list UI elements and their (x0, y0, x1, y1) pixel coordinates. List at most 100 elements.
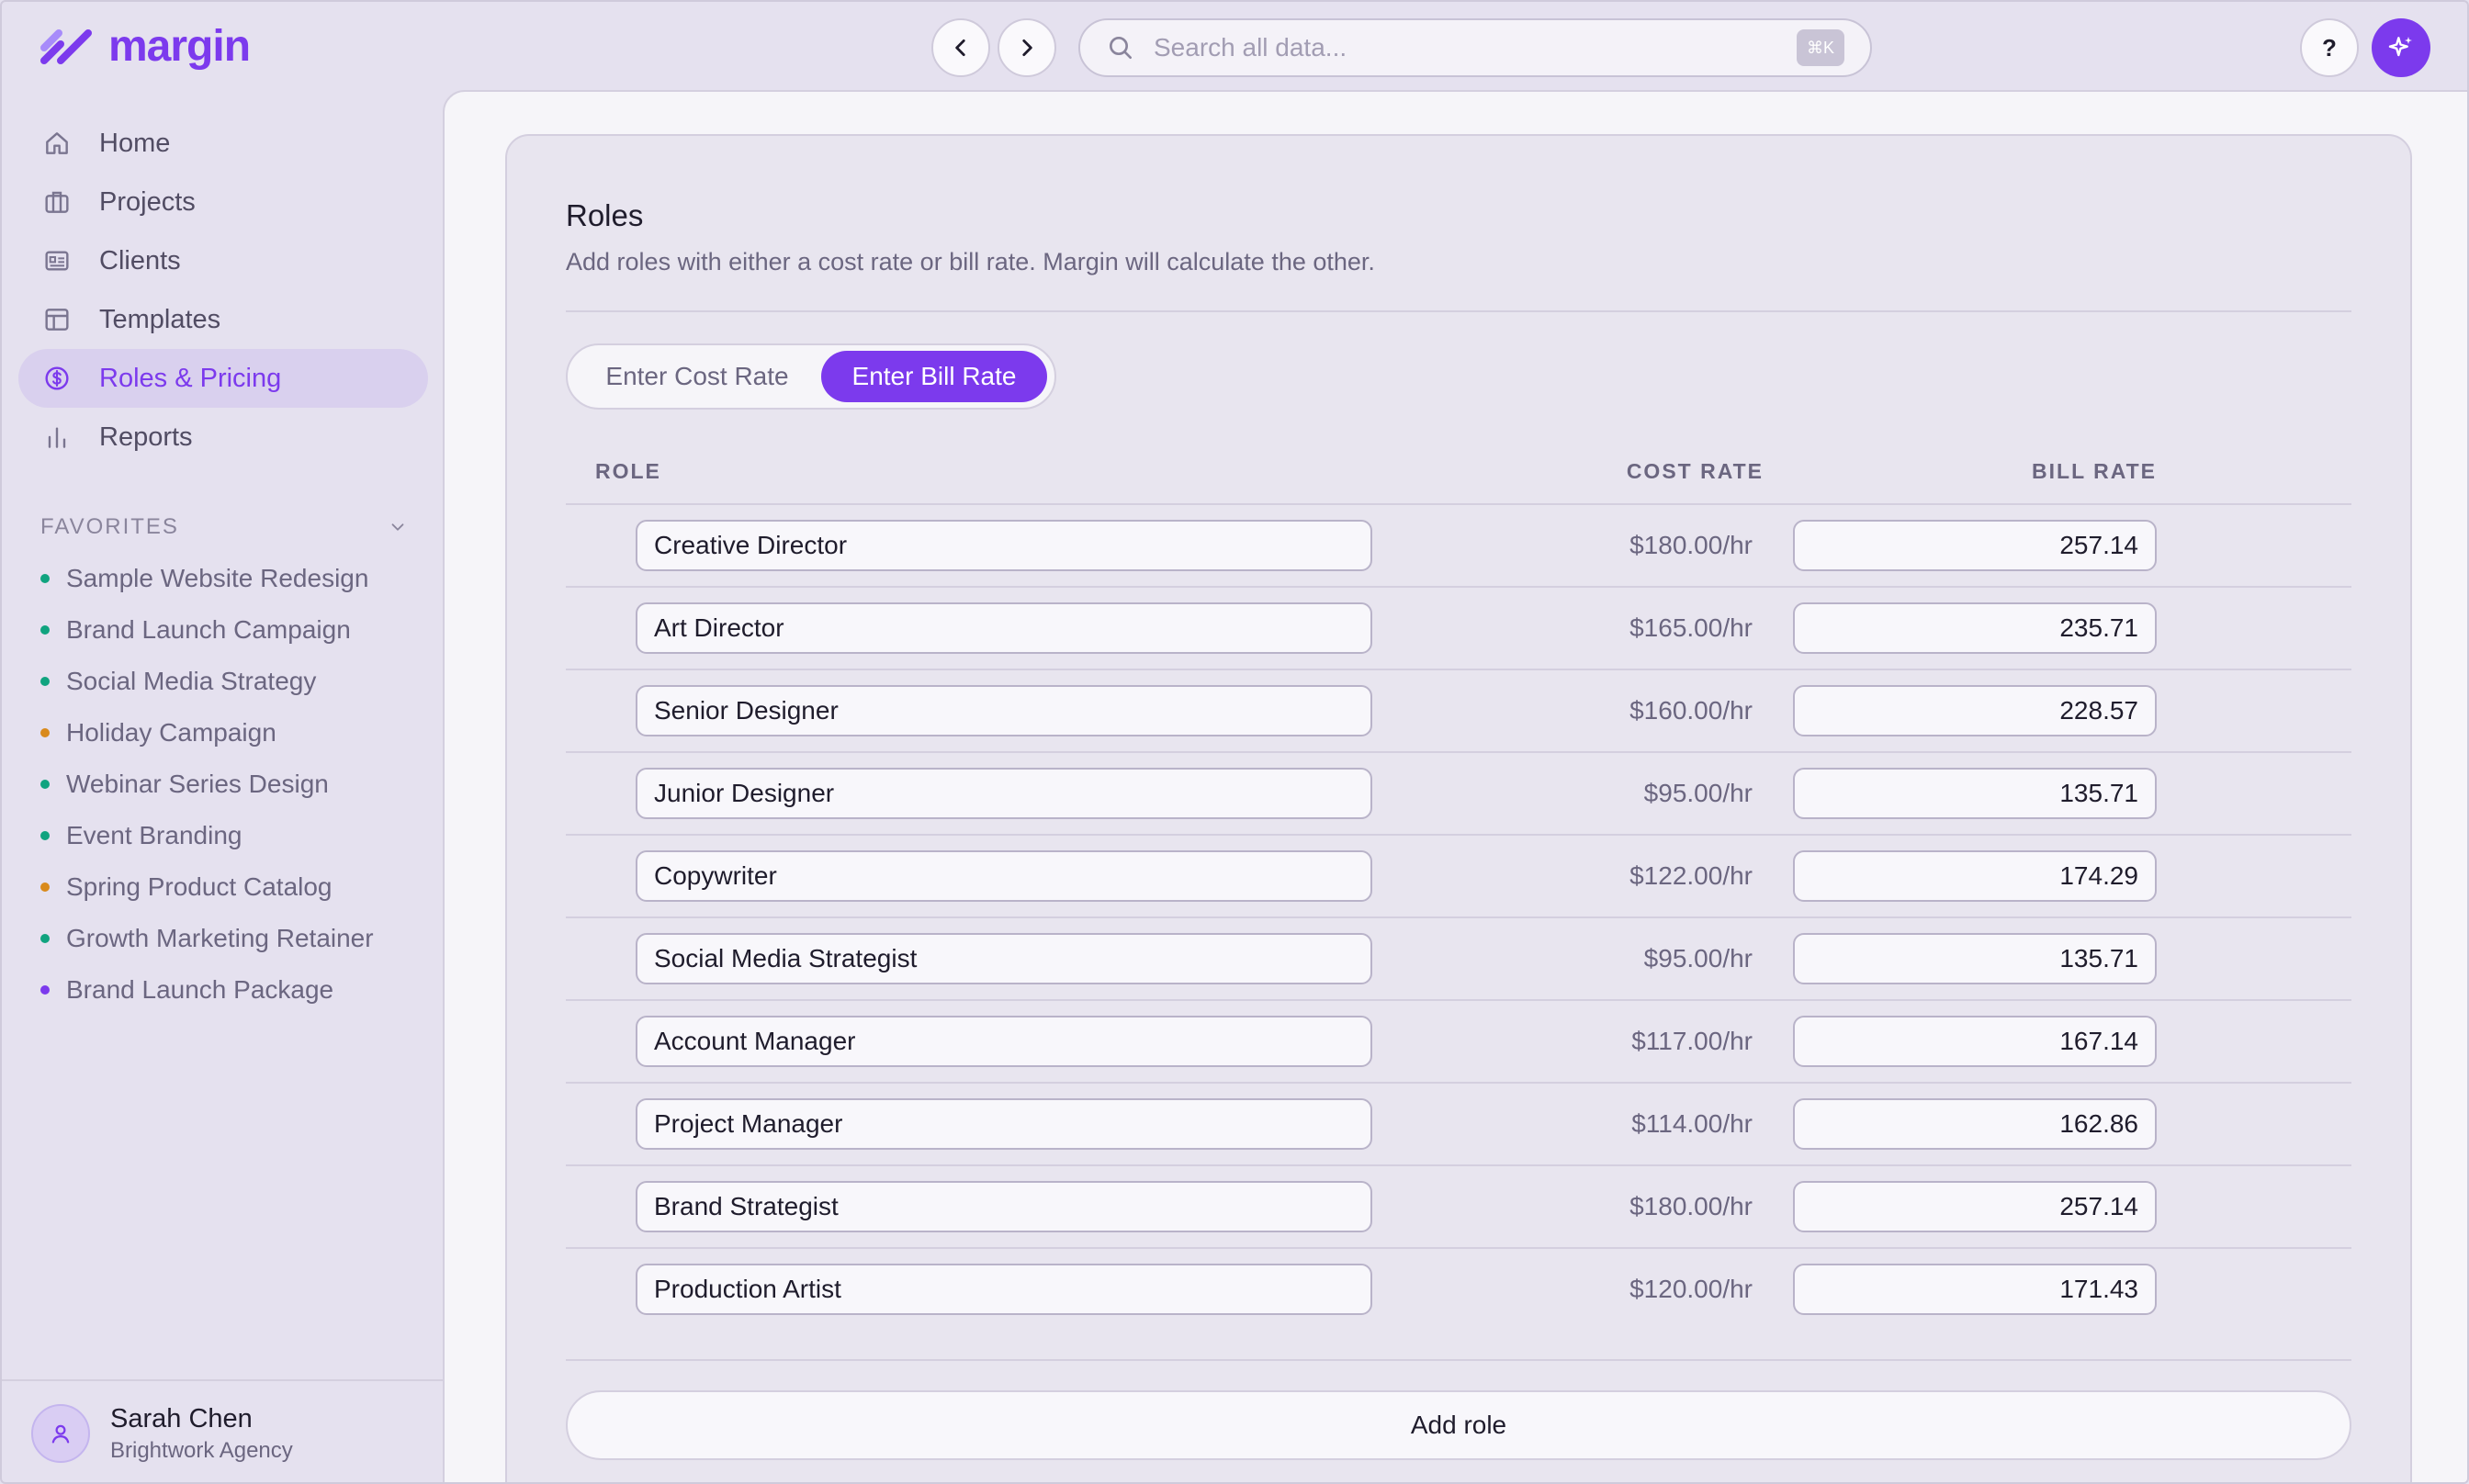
table-row: Copywriter $122.00/hr 174.29 (566, 836, 2351, 918)
cost-rate-value: $165.00/hr (1629, 613, 1753, 642)
cost-rate-value: $117.00/hr (1631, 1027, 1753, 1055)
favorite-label: Spring Product Catalog (66, 872, 333, 901)
favorite-label: Sample Website Redesign (66, 564, 369, 592)
favorite-label: Brand Launch Package (66, 975, 334, 1004)
favorite-label: Brand Launch Campaign (66, 615, 351, 644)
roles-card: Roles Add roles with either a cost rate … (505, 134, 2412, 1482)
favorite-item[interactable]: Growth Marketing Retainer (40, 918, 374, 959)
search-icon (1110, 37, 1132, 59)
role-name-input[interactable]: Copywriter (636, 850, 1372, 902)
role-name-input[interactable]: Brand Strategist (636, 1181, 1372, 1232)
divider (566, 310, 2351, 312)
status-dot (40, 934, 50, 943)
sidebar-item-templates[interactable]: Templates (18, 290, 428, 349)
chevron-left-icon (955, 39, 965, 56)
page-title: Roles (566, 198, 644, 232)
table-row: Production Artist $120.00/hr 171.43 (566, 1249, 2351, 1332)
cost-rate-value: $95.00/hr (1643, 944, 1753, 972)
role-name-input[interactable]: Junior Designer (636, 768, 1372, 819)
sparkle-icon (2388, 37, 2412, 57)
bill-rate-input[interactable]: 167.14 (1793, 1016, 2157, 1067)
bill-rate-input[interactable]: 257.14 (1793, 1181, 2157, 1232)
role-name-input[interactable]: Social Media Strategist (636, 933, 1372, 984)
briefcase-icon (45, 191, 69, 213)
main-content: Roles Add roles with either a cost rate … (443, 90, 2467, 1482)
chevron-right-icon (1022, 39, 1032, 56)
status-dot (40, 728, 50, 737)
column-header-bill-rate: BILL RATE (2032, 459, 2157, 483)
bill-rate-input[interactable]: 171.43 (1793, 1264, 2157, 1315)
favorite-label: Webinar Series Design (66, 770, 329, 798)
favorite-item[interactable]: Sample Website Redesign (40, 558, 368, 599)
sidebar-item-home[interactable]: Home (18, 114, 428, 173)
sidebar-item-projects[interactable]: Projects (18, 173, 428, 231)
add-role-button[interactable]: Add role (566, 1390, 2351, 1460)
bill-rate-input[interactable]: 174.29 (1793, 850, 2157, 902)
back-button[interactable] (931, 18, 990, 77)
status-dot (40, 985, 50, 995)
chevron-down-icon (391, 523, 404, 531)
cost-rate-value: $120.00/hr (1629, 1275, 1753, 1303)
favorite-item[interactable]: Brand Launch Package (40, 970, 333, 1010)
status-dot (40, 677, 50, 686)
sidebar-item-label: Projects (99, 186, 196, 217)
cost-rate-value: $180.00/hr (1629, 1192, 1753, 1220)
sidebar-item-roles-pricing[interactable]: Roles & Pricing (18, 349, 428, 408)
sidebar-item-clients[interactable]: Clients (18, 231, 428, 290)
favorite-label: Holiday Campaign (66, 718, 276, 747)
table-row: Brand Strategist $180.00/hr 257.14 (566, 1166, 2351, 1249)
table-row: Art Director $165.00/hr 235.71 (566, 588, 2351, 670)
favorites-header[interactable]: FAVORITES (40, 509, 408, 545)
app-window: margin ⌘K ? Home Projects Clients (0, 0, 2469, 1484)
search-input[interactable] (1154, 33, 1797, 62)
ai-assistant-button[interactable] (2372, 18, 2430, 77)
page-subtitle: Add roles with either a cost rate or bil… (566, 248, 1375, 275)
bill-rate-input[interactable]: 235.71 (1793, 602, 2157, 654)
enter-cost-rate-option[interactable]: Enter Cost Rate (573, 351, 821, 402)
layout-icon (45, 309, 69, 331)
favorite-label: Growth Marketing Retainer (66, 924, 374, 952)
roles-table: Creative Director $180.00/hr 257.14 Art … (566, 505, 2351, 1332)
logo-mark-icon (40, 29, 92, 64)
table-row: Senior Designer $160.00/hr 228.57 (566, 670, 2351, 753)
role-name-input[interactable]: Art Director (636, 602, 1372, 654)
favorite-item[interactable]: Spring Product Catalog (40, 867, 333, 907)
favorite-item[interactable]: Event Branding (40, 815, 242, 856)
user-profile[interactable]: Sarah Chen Brightwork Agency (2, 1379, 443, 1482)
avatar (31, 1404, 90, 1463)
role-name-input[interactable]: Senior Designer (636, 685, 1372, 736)
cost-rate-value: $95.00/hr (1643, 779, 1753, 807)
status-dot (40, 831, 50, 840)
bill-rate-input[interactable]: 162.86 (1793, 1098, 2157, 1150)
status-dot (40, 883, 50, 892)
bill-rate-input[interactable]: 228.57 (1793, 685, 2157, 736)
enter-bill-rate-option[interactable]: Enter Bill Rate (821, 351, 1047, 402)
bill-rate-input[interactable]: 135.71 (1793, 768, 2157, 819)
sidebar-item-reports[interactable]: Reports (18, 408, 428, 467)
bill-rate-input[interactable]: 135.71 (1793, 933, 2157, 984)
search-bar[interactable]: ⌘K (1078, 18, 1872, 77)
role-name-input[interactable]: Project Manager (636, 1098, 1372, 1150)
favorite-item[interactable]: Holiday Campaign (40, 713, 276, 753)
app-name: margin (108, 21, 251, 71)
app-logo[interactable]: margin (39, 20, 251, 72)
sidebar-item-label: Roles & Pricing (99, 363, 282, 393)
cost-rate-value: $122.00/hr (1629, 861, 1753, 890)
sidebar-item-label: Clients (99, 245, 181, 275)
column-header-cost-rate: COST RATE (1626, 459, 1764, 483)
role-name-input[interactable]: Account Manager (636, 1016, 1372, 1067)
sidebar-item-label: Templates (99, 304, 221, 334)
id-card-icon (45, 251, 69, 271)
forward-button[interactable] (998, 18, 1056, 77)
rate-mode-toggle: Enter Cost Rate Enter Bill Rate (566, 343, 1056, 410)
column-header-role: ROLE (595, 459, 661, 483)
favorite-item[interactable]: Brand Launch Campaign (40, 610, 351, 650)
bill-rate-input[interactable]: 257.14 (1793, 520, 2157, 571)
favorite-item[interactable]: Webinar Series Design (40, 764, 329, 804)
sidebar-item-label: Reports (99, 422, 193, 452)
favorite-item[interactable]: Social Media Strategy (40, 661, 316, 702)
help-button[interactable]: ? (2300, 18, 2359, 77)
role-name-input[interactable]: Creative Director (636, 520, 1372, 571)
dollar-circle-icon (45, 366, 69, 390)
role-name-input[interactable]: Production Artist (636, 1264, 1372, 1315)
